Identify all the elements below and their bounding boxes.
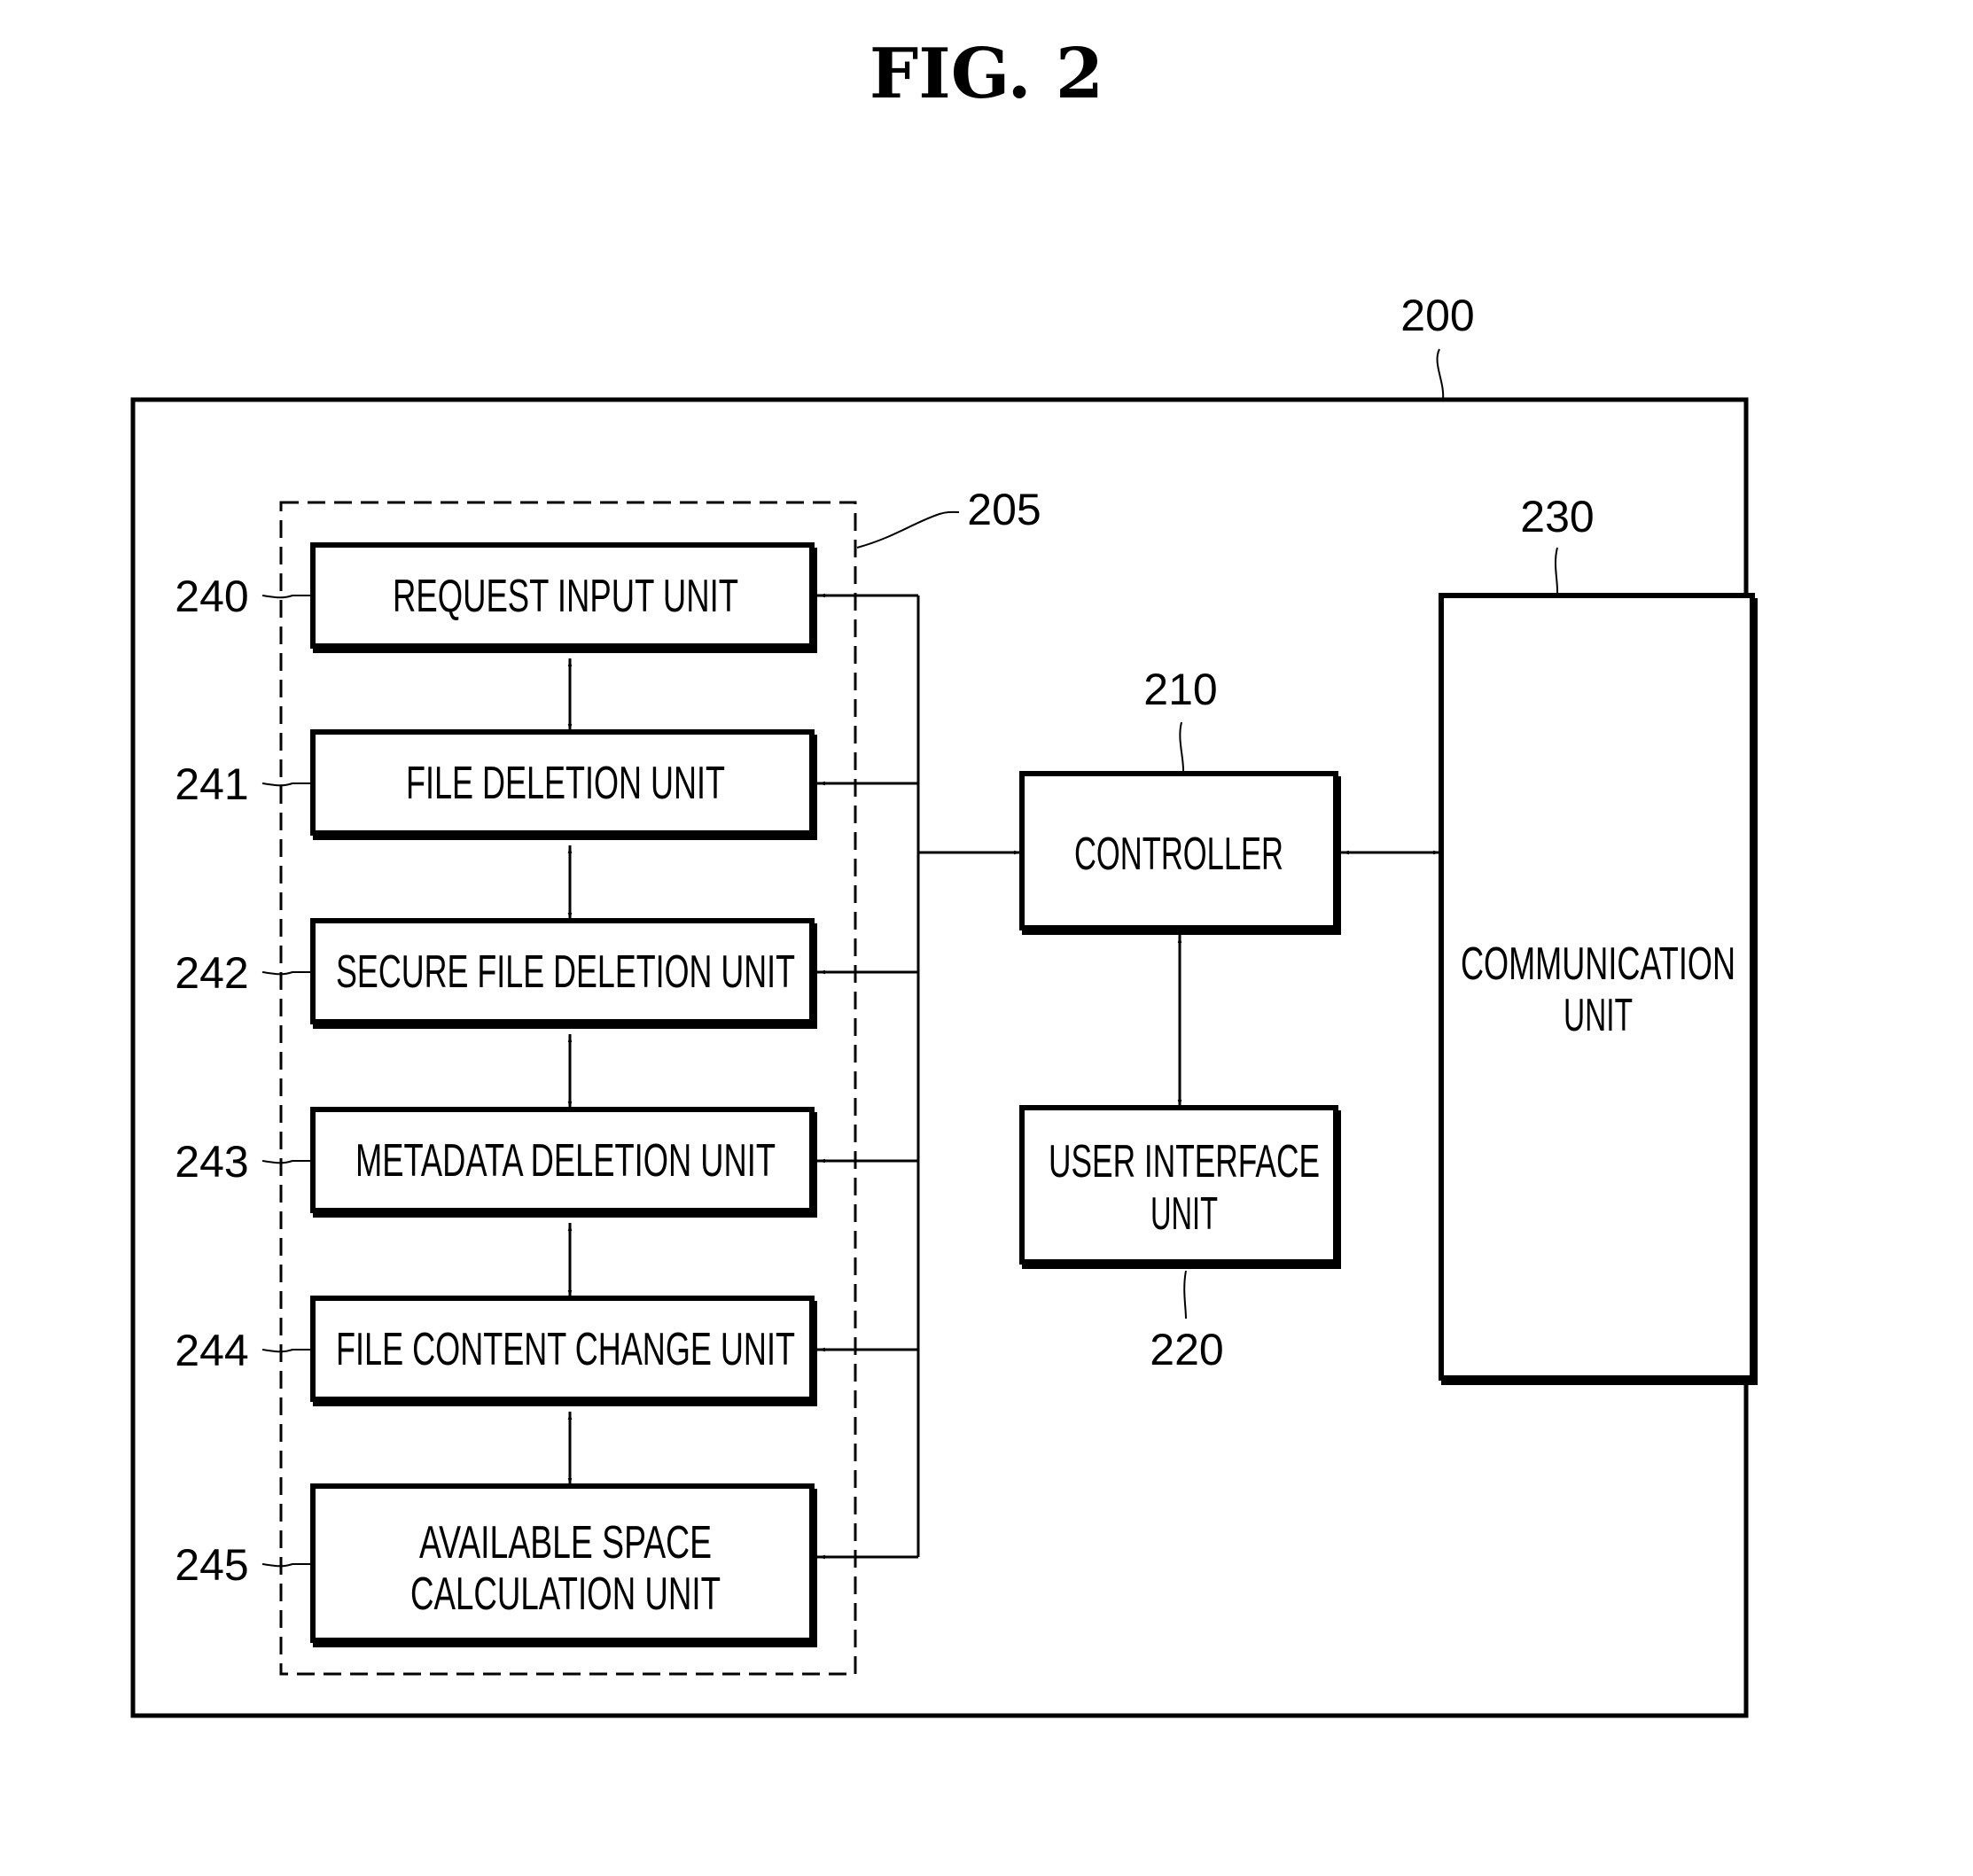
unit-ref-leader <box>261 1563 313 1568</box>
block-diagram: FIG. 2 200 205 REQUEST INPUT UNIT 240 FI… <box>130 34 1758 1718</box>
user-interface-label-line1: USER INTERFACE <box>1049 1136 1320 1187</box>
controller-block: CONTROLLER <box>1019 771 1341 935</box>
unit-file-deletion: FILE DELETION UNIT <box>310 729 817 840</box>
unit-label: FILE DELETION UNIT <box>406 758 725 809</box>
device-ref-leader <box>1436 348 1445 401</box>
unit-available-space-calculation: AVAILABLE SPACE CALCULATION UNIT <box>310 1483 817 1647</box>
user-interface-ref-leader <box>1183 1270 1187 1319</box>
group-ref-leader <box>856 510 960 549</box>
controller-label: CONTROLLER <box>1074 829 1283 880</box>
user-interface-label-line2: UNIT <box>1150 1188 1218 1240</box>
communication-ref-leader <box>1555 547 1559 596</box>
unit-label: SECURE FILE DELETION UNIT <box>336 946 795 998</box>
device-ref-label: 200 <box>1400 291 1474 340</box>
unit-ref-leader <box>261 1349 313 1353</box>
figure-title: FIG. 2 <box>870 34 1103 114</box>
group-ref-label: 205 <box>967 485 1041 534</box>
unit-request-input: REQUEST INPUT UNIT <box>310 542 817 653</box>
communication-ref-label: 230 <box>1520 492 1594 541</box>
unit-secure-file-deletion: SECURE FILE DELETION UNIT <box>310 918 817 1029</box>
unit-ref-leader <box>261 1160 313 1164</box>
unit-metadata-deletion: METADATA DELETION UNIT <box>310 1107 817 1218</box>
unit-ref-label: 240 <box>175 572 248 621</box>
unit-ref-label: 242 <box>175 948 248 998</box>
unit-ref-label: 244 <box>175 1326 248 1375</box>
unit-ref-label: 241 <box>175 759 248 809</box>
unit-label: METADATA DELETION UNIT <box>355 1135 776 1187</box>
controller-ref-leader <box>1179 721 1185 775</box>
unit-file-content-change: FILE CONTENT CHANGE UNIT <box>310 1296 817 1406</box>
unit-label-line1: AVAILABLE SPACE <box>419 1517 712 1569</box>
unit-ref-leader <box>261 782 313 787</box>
unit-ref-label: 245 <box>175 1540 248 1590</box>
controller-ref-label: 210 <box>1143 665 1217 714</box>
communication-label-line2: UNIT <box>1564 990 1633 1041</box>
communication-label-line1: COMMUNICATION <box>1461 938 1735 990</box>
communication-block: COMMUNICATION UNIT <box>1439 593 1758 1385</box>
unit-ref-leader <box>261 971 313 976</box>
unit-ref-label: 243 <box>175 1137 248 1187</box>
user-interface-ref-label: 220 <box>1150 1325 1223 1374</box>
unit-label: REQUEST INPUT UNIT <box>393 571 738 622</box>
unit-label-line2: CALCULATION UNIT <box>410 1569 721 1620</box>
unit-label: FILE CONTENT CHANGE UNIT <box>336 1324 795 1375</box>
user-interface-block: USER INTERFACE UNIT <box>1019 1105 1341 1269</box>
unit-ref-leader <box>261 595 313 599</box>
